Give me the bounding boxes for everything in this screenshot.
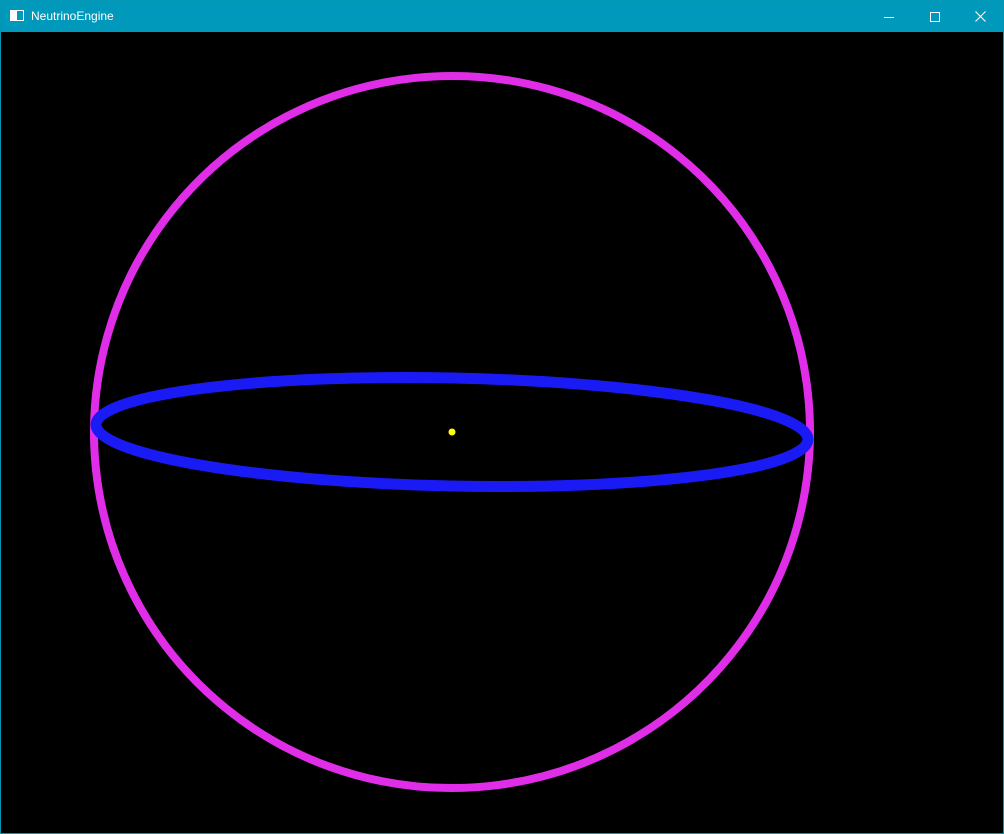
app-window: NeutrinoEngine (0, 0, 1004, 834)
window-title: NeutrinoEngine (31, 9, 114, 23)
render-viewport[interactable] (1, 32, 1003, 833)
scene-canvas (90, 71, 814, 793)
center-point (448, 428, 456, 436)
close-icon (974, 11, 986, 22)
close-button[interactable] (957, 1, 1003, 32)
maximize-icon (930, 11, 940, 22)
title-bar[interactable]: NeutrinoEngine (1, 1, 1003, 32)
minimize-button[interactable] (866, 1, 912, 32)
app-window-icon (10, 10, 24, 21)
minimize-icon (884, 16, 894, 18)
maximize-button[interactable] (912, 1, 958, 32)
